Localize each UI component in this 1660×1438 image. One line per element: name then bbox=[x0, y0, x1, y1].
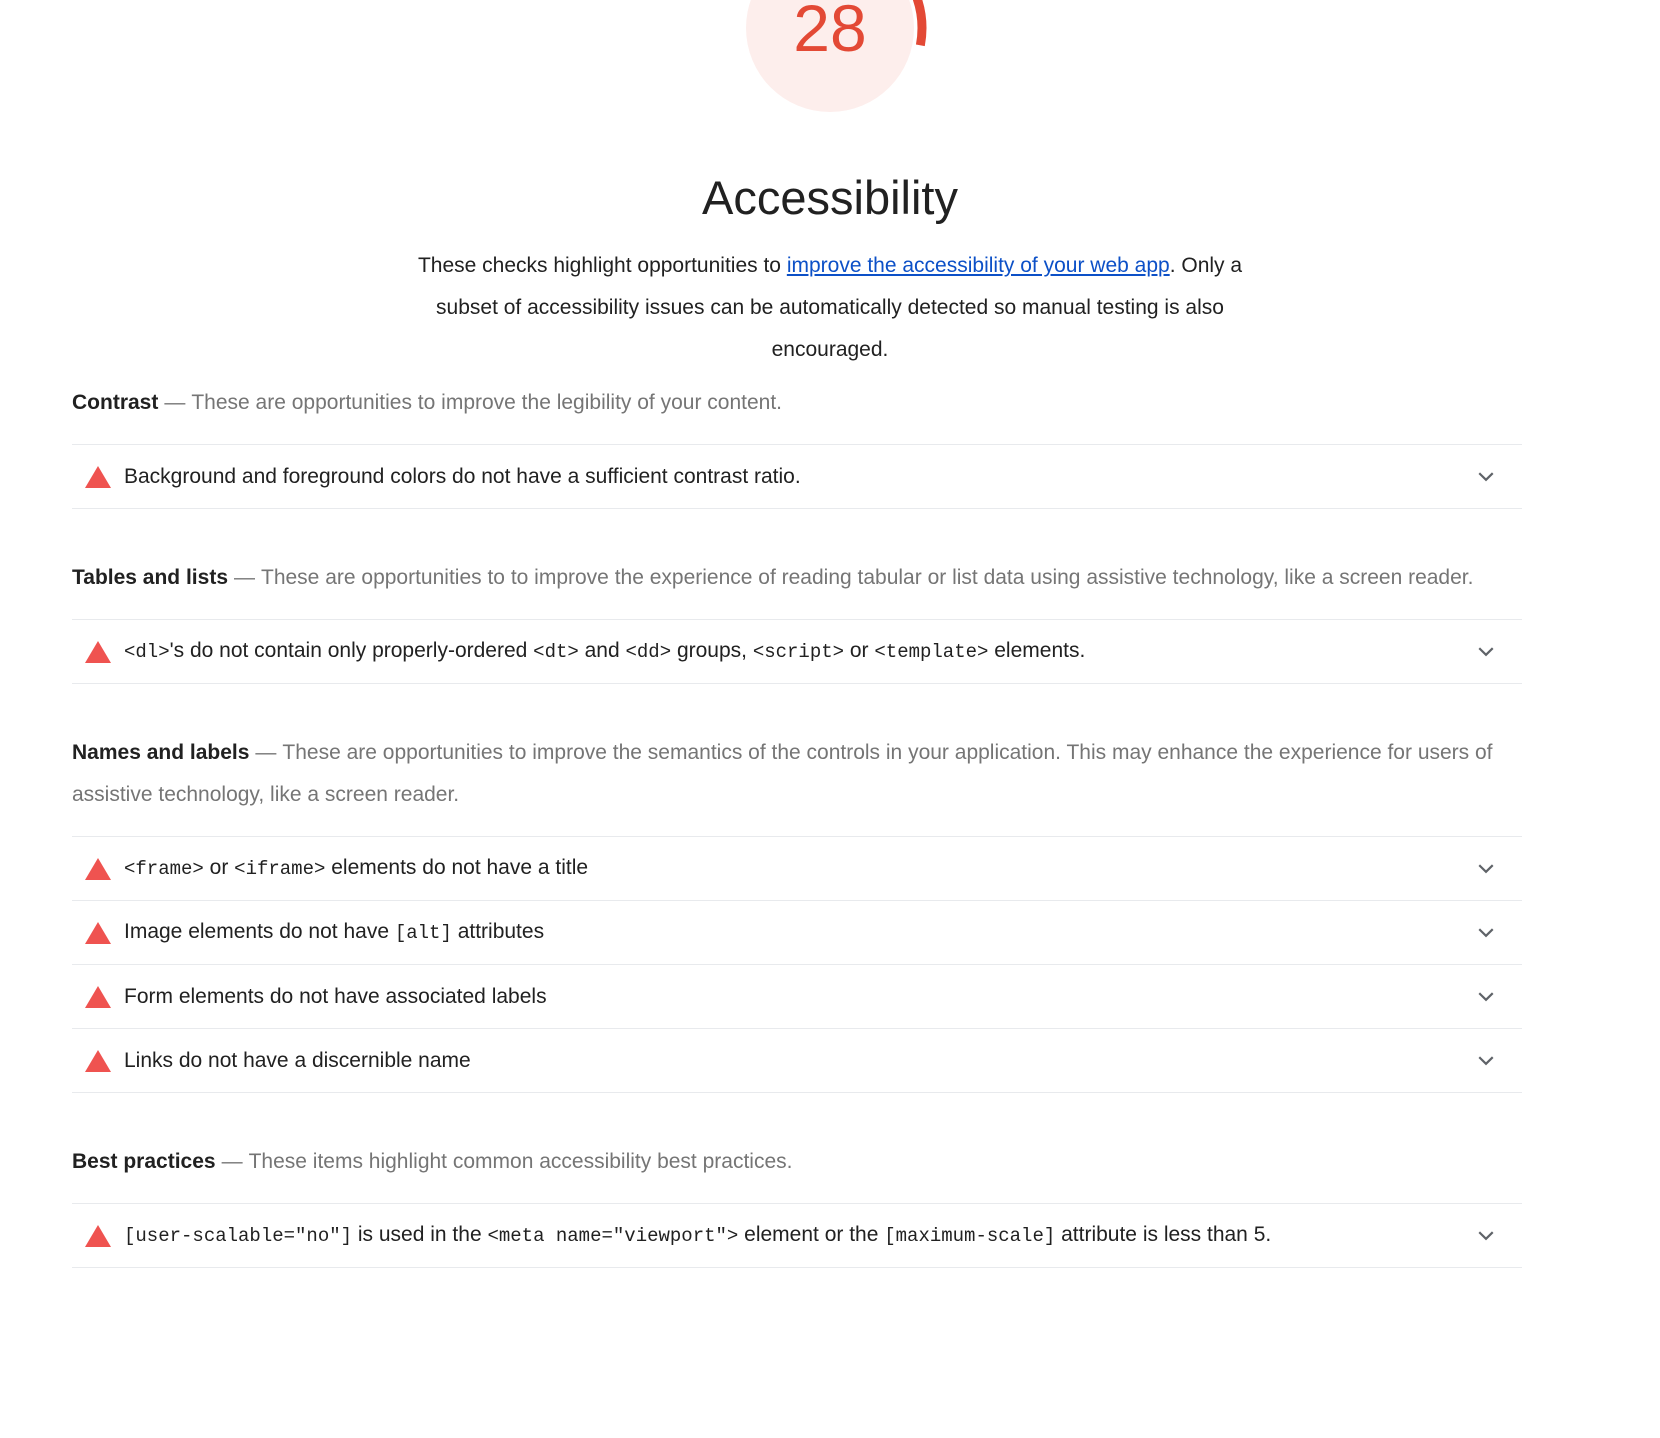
score-description-before: These checks highlight opportunities to bbox=[417, 254, 787, 277]
warning-triangle-icon bbox=[72, 857, 124, 880]
audit-text-token: or bbox=[203, 856, 235, 879]
audit-text-token: Form elements do not have associated lab… bbox=[124, 984, 547, 1008]
audit-title: <frame> or <iframe> elements do not have… bbox=[124, 848, 1442, 889]
audit-group: Best practices — These items highlight com… bbox=[72, 1141, 1522, 1268]
accessibility-score-gauge[interactable]: 28 bbox=[730, 0, 930, 128]
warning-triangle-icon bbox=[72, 985, 124, 1008]
audit-title: Links do not have a discernible name bbox=[124, 1041, 1442, 1081]
audit-group-dash: — bbox=[255, 741, 277, 764]
audit-group-description: These are opportunities to improve the l… bbox=[191, 391, 782, 414]
audit-group-description: These are opportunities to improve the s… bbox=[72, 741, 1493, 806]
audit-code-token: [maximum-scale] bbox=[884, 1225, 1056, 1247]
audit-text-token: is used in the bbox=[352, 1223, 488, 1246]
chevron-down-icon[interactable] bbox=[1472, 463, 1500, 491]
lighthouse-accessibility-report: 28 Accessibility These checks highlight … bbox=[0, 0, 1660, 1438]
audit-text-token: elements do not have a title bbox=[325, 856, 589, 879]
audit-row[interactable]: [user-scalable="no"] is used in the <met… bbox=[72, 1204, 1522, 1268]
audit-group-description: These items highlight common accessibili… bbox=[248, 1150, 793, 1173]
audit-text-token: element or the bbox=[738, 1223, 885, 1246]
audit-group: Names and labels — These are opportunities… bbox=[72, 732, 1522, 1093]
group-divider-space bbox=[72, 1093, 1522, 1141]
audit-code-token: [user-scalable="no"] bbox=[124, 1225, 353, 1247]
audit-title: Form elements do not have associated lab… bbox=[124, 977, 1442, 1017]
warning-triangle-icon bbox=[72, 465, 124, 488]
audit-code-token: <template> bbox=[874, 641, 989, 663]
audit-group-description: These are opportunities to to improve th… bbox=[261, 566, 1474, 589]
audit-text-token: attribute is less than 5. bbox=[1055, 1223, 1272, 1246]
audit-group-title: Tables and lists bbox=[72, 566, 228, 589]
audit-title: Image elements do not have [alt] attribu… bbox=[124, 912, 1442, 953]
audit-row[interactable]: Links do not have a discernible name bbox=[72, 1029, 1522, 1093]
audit-text-token: Background and foreground colors do not … bbox=[124, 464, 801, 488]
chevron-down-icon[interactable] bbox=[1472, 638, 1500, 666]
audit-text-token: attributes bbox=[451, 920, 545, 943]
audit-group-title: Best practices bbox=[72, 1150, 216, 1173]
audit-text-token: 's do not contain only properly-ordered bbox=[169, 639, 534, 662]
audit-group-dash: — bbox=[221, 1150, 243, 1173]
audit-title: [user-scalable="no"] is used in the <met… bbox=[124, 1215, 1442, 1256]
warning-triangle-icon bbox=[72, 921, 124, 944]
audit-list: [user-scalable="no"] is used in the <met… bbox=[72, 1203, 1522, 1268]
chevron-down-icon[interactable] bbox=[1472, 1222, 1500, 1250]
audit-code-token: <dd> bbox=[625, 641, 672, 663]
warning-triangle-icon bbox=[72, 1224, 124, 1247]
chevron-down-icon[interactable] bbox=[1472, 1047, 1500, 1075]
audit-group-dash: — bbox=[164, 391, 186, 414]
audit-group-header: Best practices — These items highlight com… bbox=[72, 1141, 1522, 1203]
audit-text-token: or bbox=[844, 639, 875, 662]
audit-list: <frame> or <iframe> elements do not have… bbox=[72, 836, 1522, 1093]
audit-group-header: Tables and lists — These are opportunities… bbox=[72, 557, 1522, 619]
score-description: These checks highlight opportunities to … bbox=[415, 245, 1245, 371]
audit-groups: Contrast — These are opportunities to impr… bbox=[72, 382, 1522, 1268]
audit-list: Background and foreground colors do not … bbox=[72, 444, 1522, 509]
warning-triangle-icon bbox=[72, 1049, 124, 1072]
chevron-down-icon[interactable] bbox=[1472, 983, 1500, 1011]
audit-code-token: <dt> bbox=[533, 641, 579, 663]
audit-text-token: groups, bbox=[671, 639, 753, 662]
score-gauge-container: 28 bbox=[0, 0, 1660, 176]
audit-code-token: <script> bbox=[752, 641, 845, 663]
group-divider-space bbox=[72, 509, 1522, 557]
audit-code-token: <meta name="viewport"> bbox=[487, 1225, 739, 1247]
audit-group-header: Contrast — These are opportunities to impr… bbox=[72, 382, 1522, 444]
audit-row[interactable]: Form elements do not have associated lab… bbox=[72, 965, 1522, 1029]
audit-code-token: <iframe> bbox=[234, 858, 326, 880]
audit-code-token: [alt] bbox=[394, 922, 452, 944]
audit-group: Tables and lists — These are opportunities… bbox=[72, 557, 1522, 684]
accessibility-docs-link[interactable]: improve the accessibility of your web ap… bbox=[787, 254, 1170, 277]
audit-group: Contrast — These are opportunities to impr… bbox=[72, 382, 1522, 509]
chevron-down-icon[interactable] bbox=[1472, 919, 1500, 947]
audit-text-token: elements. bbox=[988, 639, 1086, 662]
audit-code-token: <frame> bbox=[124, 858, 204, 880]
audit-code-token: <dl> bbox=[124, 641, 170, 663]
score-value: 28 bbox=[793, 0, 867, 65]
warning-triangle-icon bbox=[72, 640, 124, 663]
audit-list: <dl>'s do not contain only properly-orde… bbox=[72, 619, 1522, 684]
audit-text-token: Image elements do not have bbox=[124, 920, 395, 943]
audit-group-header: Names and labels — These are opportunities… bbox=[72, 732, 1522, 836]
audit-text-token: Links do not have a discernible name bbox=[124, 1048, 471, 1072]
audit-title: <dl>'s do not contain only properly-orde… bbox=[124, 631, 1442, 672]
audit-group-dash: — bbox=[234, 566, 255, 589]
group-divider-space bbox=[72, 684, 1522, 732]
page-title: Accessibility bbox=[702, 171, 958, 224]
audit-row[interactable]: <frame> or <iframe> elements do not have… bbox=[72, 837, 1522, 901]
audit-row[interactable]: Background and foreground colors do not … bbox=[72, 445, 1522, 509]
audit-row[interactable]: <dl>'s do not contain only properly-orde… bbox=[72, 620, 1522, 684]
audit-title: Background and foreground colors do not … bbox=[124, 457, 1442, 497]
audit-group-title: Contrast bbox=[72, 391, 159, 414]
audit-row[interactable]: Image elements do not have [alt] attribu… bbox=[72, 901, 1522, 965]
audit-group-title: Names and labels bbox=[72, 741, 250, 764]
audit-text-token: and bbox=[578, 639, 626, 662]
chevron-down-icon[interactable] bbox=[1472, 855, 1500, 883]
